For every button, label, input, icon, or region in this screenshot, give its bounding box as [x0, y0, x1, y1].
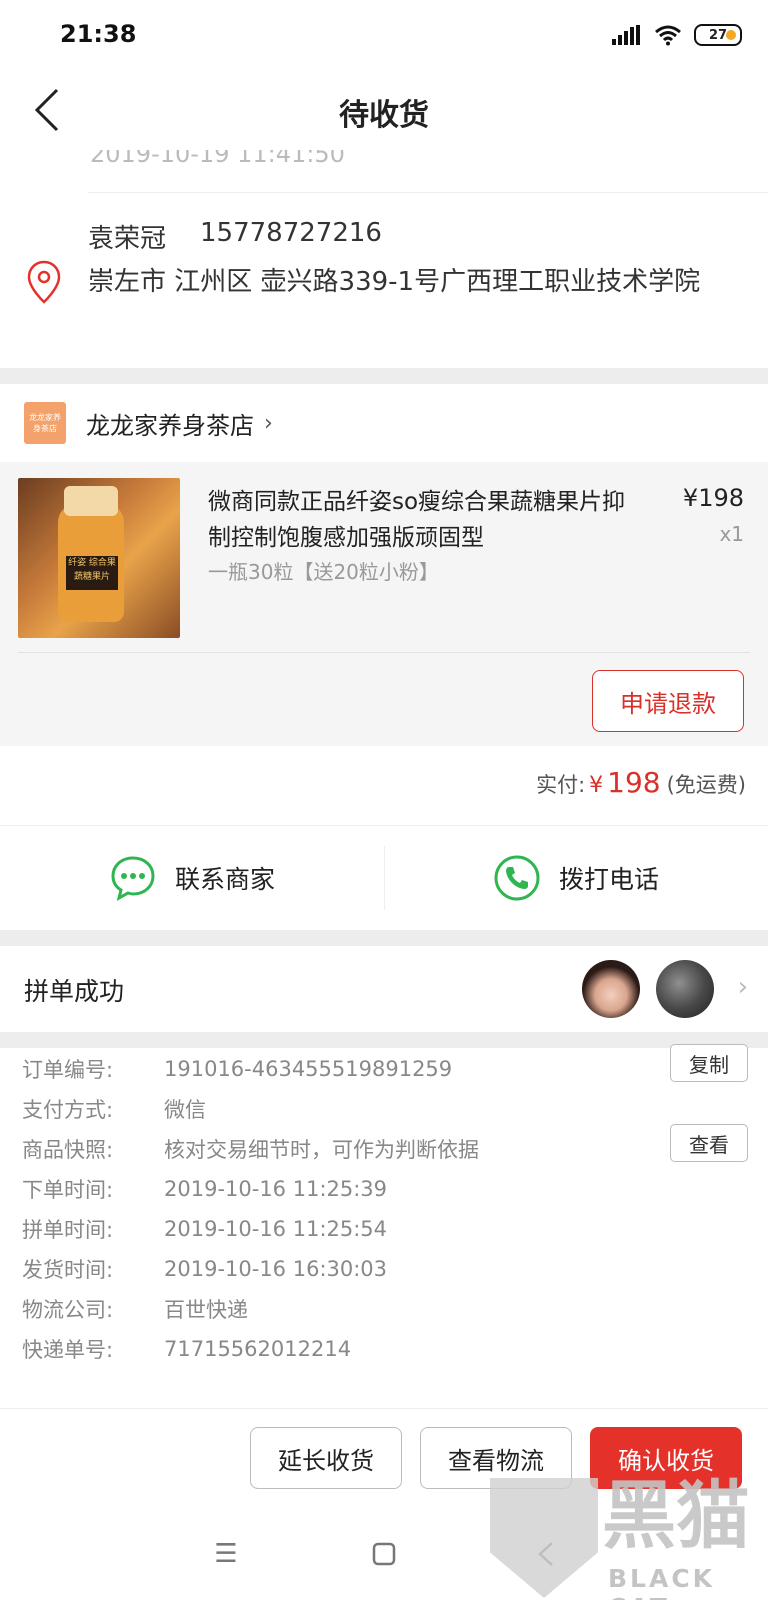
page-title: 待收货: [339, 98, 429, 133]
phone-icon: [494, 855, 540, 901]
divider: [18, 652, 750, 653]
status-bar: 21:38 27: [0, 0, 768, 70]
recipient-name: 袁荣冠: [88, 224, 167, 254]
status-icons: 27: [612, 22, 742, 48]
shop-header[interactable]: 龙龙家养身茶店 龙龙家养身茶店 ›: [0, 384, 768, 462]
detail-label: 拼单时间:: [22, 1217, 114, 1242]
courier-company: 百世快递: [164, 1297, 248, 1322]
detail-row-order-time: 下单时间: 2019-10-16 11:25:39: [22, 1168, 387, 1209]
nav-bar: 待收货: [0, 70, 768, 150]
shipping-note: (免运费): [666, 773, 746, 797]
location-pin-icon: [27, 260, 61, 304]
chevron-right-icon: ›: [737, 972, 748, 1002]
detail-row-courier: 物流公司: 百世快递: [22, 1288, 248, 1329]
detail-row-tracking: 快递单号: 71715562012214: [22, 1328, 351, 1369]
payment-row: 实付: ¥ 198 (免运费): [0, 746, 768, 826]
home-icon[interactable]: [366, 1536, 402, 1572]
system-nav-bar: ☰: [0, 1508, 768, 1600]
clipped-timestamp: 2019-10-19 11:41:50: [90, 150, 345, 168]
detail-label: 物流公司:: [22, 1297, 114, 1322]
payment-currency: ¥: [589, 773, 604, 798]
recipient-row: 袁荣冠 15778727216: [88, 218, 382, 255]
call-button[interactable]: 拨打电话: [384, 826, 768, 930]
contact-merchant-button[interactable]: 联系商家: [0, 826, 384, 930]
detail-label: 下单时间:: [22, 1177, 114, 1202]
payment-summary: 实付: ¥ 198 (免运费): [536, 766, 746, 799]
detail-label: 商品快照:: [22, 1137, 114, 1162]
divider: [88, 192, 768, 193]
chevron-right-icon: ›: [264, 410, 273, 436]
avatar: [656, 960, 714, 1018]
order-number: 191016-463455519891259: [164, 1056, 453, 1081]
detail-row-ship-time: 发货时间: 2019-10-16 16:30:03: [22, 1248, 387, 1289]
product-spec: 一瓶30粒【送20粒小粉】: [208, 560, 439, 584]
refund-button[interactable]: 申请退款: [592, 670, 744, 732]
extend-receipt-button[interactable]: 延长收货: [250, 1427, 402, 1489]
avatar: [582, 960, 640, 1018]
detail-label: 发货时间:: [22, 1257, 114, 1282]
product-quantity: x1: [719, 522, 744, 546]
product-image-label: 纤姿 综合果蔬糖果片: [66, 556, 118, 590]
status-time: 21:38: [60, 20, 137, 48]
payment-method: 微信: [164, 1097, 206, 1122]
shop-logo: 龙龙家养身茶店: [24, 402, 66, 444]
group-status: 拼单成功: [24, 977, 125, 1006]
bottle-cap: [64, 486, 118, 516]
order-details: 订单编号: 191016-463455519891259 复制 支付方式: 微信…: [0, 1044, 768, 1408]
back-nav-icon[interactable]: [528, 1536, 564, 1572]
order-item[interactable]: 纤姿 综合果蔬糖果片 微商同款正品纤姿so瘦综合果蔬糖果片抑制控制饱腹感加强版顽…: [0, 462, 768, 746]
view-logistics-button[interactable]: 查看物流: [420, 1427, 572, 1489]
ship-time: 2019-10-16 16:30:03: [164, 1256, 388, 1281]
product-price: ¥198: [682, 484, 744, 512]
battery-icon: 27: [694, 24, 742, 46]
recipient-phone: 15778727216: [200, 218, 382, 248]
divider: [384, 846, 385, 910]
wifi-icon: [655, 25, 681, 46]
detail-row-group-time: 拼单时间: 2019-10-16 11:25:54: [22, 1208, 387, 1249]
detail-row-order-number: 订单编号: 191016-463455519891259: [22, 1048, 452, 1089]
menu-icon[interactable]: ☰: [208, 1536, 244, 1572]
battery-level: 27: [708, 27, 728, 43]
confirm-receipt-button[interactable]: 确认收货: [590, 1427, 742, 1489]
tracking-number: 71715562012214: [164, 1336, 352, 1361]
payment-label: 实付:: [536, 773, 586, 797]
view-snapshot-button[interactable]: 查看: [670, 1124, 748, 1162]
action-bar: 延长收货 查看物流 确认收货: [0, 1408, 768, 1508]
detail-label: 快递单号:: [22, 1337, 114, 1362]
call-label: 拨打电话: [558, 865, 659, 894]
product-title: 微商同款正品纤姿so瘦综合果蔬糖果片抑制控制饱腹感加强版顽固型: [208, 489, 626, 551]
group-time: 2019-10-16 11:25:54: [164, 1216, 388, 1241]
shop-card: 龙龙家养身茶店 龙龙家养身茶店 › 纤姿 综合果蔬糖果片 微商同款正品纤姿so瘦…: [0, 384, 768, 746]
detail-row-payment-method: 支付方式: 微信: [22, 1088, 206, 1129]
signal-icon: [612, 25, 640, 45]
detail-row-snapshot: 商品快照: 核对交易细节时，可作为判断依据: [22, 1128, 479, 1169]
chat-icon: [111, 856, 155, 901]
payment-amount: 198: [607, 766, 661, 799]
address-card[interactable]: 2019-10-19 11:41:50 袁荣冠 15778727216 崇左市 …: [0, 150, 768, 368]
group-buy-row[interactable]: 拼单成功 ›: [0, 946, 768, 1032]
product-image: 纤姿 综合果蔬糖果片: [18, 478, 180, 638]
contact-row: 联系商家 拨打电话: [0, 826, 768, 930]
order-time: 2019-10-16 11:25:39: [164, 1176, 388, 1201]
detail-label: 支付方式:: [22, 1097, 114, 1122]
recipient-address: 崇左市 江州区 壶兴路339-1号广西理工职业技术学院: [88, 267, 701, 297]
detail-label: 订单编号:: [22, 1057, 114, 1082]
contact-merchant-label: 联系商家: [174, 865, 275, 894]
snapshot-note: 核对交易细节时，可作为判断依据: [164, 1137, 479, 1162]
shop-name: 龙龙家养身茶店: [86, 411, 254, 440]
copy-button[interactable]: 复制: [670, 1044, 748, 1082]
